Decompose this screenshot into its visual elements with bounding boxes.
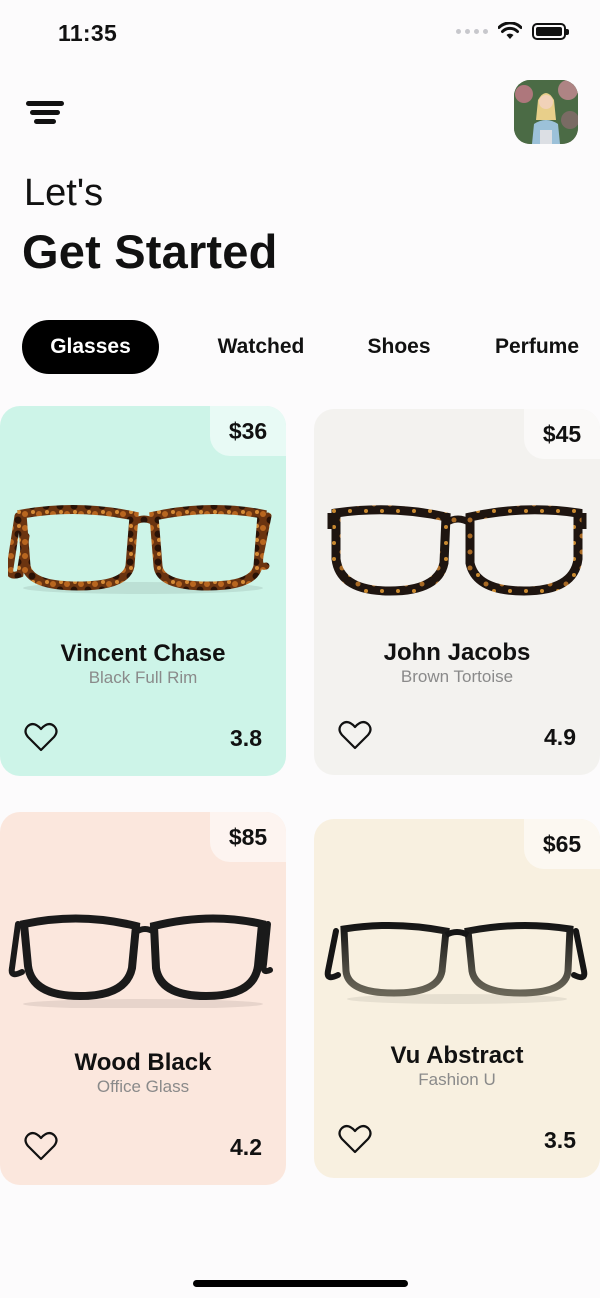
product-name: Wood Black (74, 1049, 212, 1076)
page-title: Get Started (22, 225, 278, 278)
cellular-signal-icon (456, 28, 488, 34)
product-subtitle: Brown Tortoise (400, 667, 514, 686)
product-card[interactable]: $45 John Jacobs Brown Tortoise 4.9 (314, 409, 600, 775)
glasses-tortoise-image (8, 504, 272, 594)
heart-icon[interactable] (338, 1123, 372, 1155)
price-tag: $85 (210, 812, 286, 862)
product-name: Vincent Chase (60, 640, 226, 667)
tab-watched[interactable]: Watched (206, 320, 316, 374)
menu-icon[interactable] (26, 96, 66, 128)
profile-photo-icon (514, 80, 578, 144)
product-card[interactable]: $85 Wood Black Office Glass 4.2 (0, 812, 286, 1185)
product-rating: 4.9 (544, 724, 576, 750)
price-tag: $65 (524, 819, 600, 869)
product-card[interactable]: $36 Vincent Chase Black Full Rim 3.8 (0, 406, 286, 776)
tab-perfume[interactable]: Perfume (482, 320, 592, 374)
heart-icon[interactable] (338, 719, 372, 751)
price-tag: $45 (524, 409, 600, 459)
avatar[interactable] (514, 80, 578, 144)
product-rating: 3.8 (230, 725, 262, 751)
price-tag: $36 (210, 406, 286, 456)
category-tabs: Glasses Watched Shoes Perfume (22, 320, 600, 374)
wifi-icon (498, 22, 522, 39)
tab-shoes[interactable]: Shoes (354, 320, 444, 374)
heart-icon[interactable] (24, 1130, 58, 1162)
app-screen: 11:35 Let's Get Started Glasses Watched … (0, 0, 600, 1298)
product-rating: 4.2 (230, 1134, 262, 1160)
battery-icon (532, 22, 569, 40)
tab-glasses[interactable]: Glasses (22, 320, 159, 374)
status-time: 11:35 (58, 20, 118, 46)
product-subtitle: Black Full Rim (88, 668, 198, 687)
greeting-text: Let's (24, 172, 104, 214)
product-name: John Jacobs (383, 639, 531, 666)
home-indicator[interactable] (193, 1280, 408, 1287)
product-name: Vu Abstract (390, 1042, 524, 1069)
glasses-black-round-image (8, 914, 273, 1008)
product-subtitle: Office Glass (96, 1077, 190, 1096)
glasses-dark-tortoise-image (327, 505, 587, 596)
product-subtitle: Fashion U (418, 1070, 496, 1089)
product-card[interactable]: $65 Vu Abstract Fashion U 3.5 (314, 819, 600, 1178)
product-rating: 3.5 (544, 1127, 576, 1153)
heart-icon[interactable] (24, 721, 58, 753)
glasses-black-fade-image (324, 921, 588, 1004)
status-icons (456, 22, 569, 40)
